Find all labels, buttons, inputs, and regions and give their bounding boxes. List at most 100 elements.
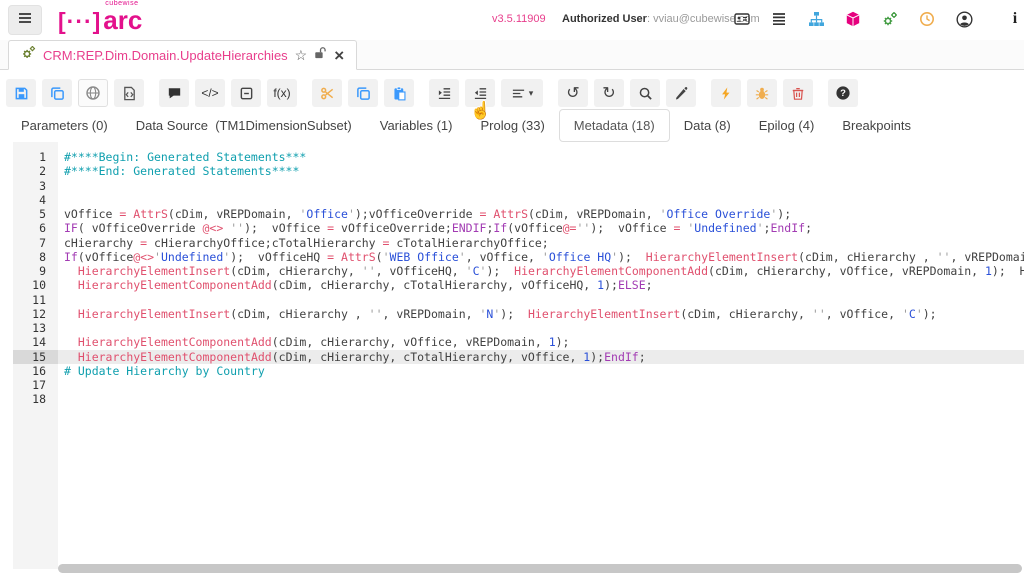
- code-line[interactable]: #****End: Generated Statements****: [64, 164, 1024, 178]
- authorized-user: Authorized User: vviau@cubewise.com: [562, 13, 760, 25]
- tab-parameters[interactable]: Parameters (0): [7, 110, 122, 141]
- address-card-icon[interactable]: [733, 10, 751, 28]
- horizontal-scrollbar-thumb[interactable]: [58, 564, 1022, 573]
- code-button[interactable]: </>: [195, 79, 225, 107]
- delete-button[interactable]: [783, 79, 813, 107]
- help-button[interactable]: ?: [828, 79, 858, 107]
- tab-metadata[interactable]: Metadata (18): [559, 109, 670, 142]
- code-line[interactable]: [64, 179, 1024, 193]
- code-line[interactable]: HierarchyElementInsert(cDim, cHierarchy,…: [64, 264, 1024, 278]
- indent-button[interactable]: [429, 79, 459, 107]
- top-bar: [···] cubewise arc v3.5.11909 Authorized…: [0, 0, 1024, 40]
- line-number[interactable]: 6: [13, 221, 46, 235]
- code-line[interactable]: [64, 321, 1024, 335]
- arc-application: [···] cubewise arc v3.5.11909 Authorized…: [0, 0, 1024, 576]
- redo-button[interactable]: ↻: [594, 79, 624, 107]
- line-number[interactable]: 12: [13, 307, 46, 321]
- tab-variables[interactable]: Variables (1): [366, 110, 467, 141]
- process-gears-icon: [21, 45, 36, 65]
- line-number[interactable]: 1: [13, 150, 46, 164]
- line-number[interactable]: 2: [13, 164, 46, 178]
- line-number[interactable]: 4: [13, 193, 46, 207]
- chevron-down-icon: ▾: [529, 88, 534, 99]
- code-area[interactable]: #****Begin: Generated Statements***#****…: [58, 142, 1024, 576]
- code-line[interactable]: HierarchyElementComponentAdd(cDim, cHier…: [64, 278, 1024, 292]
- copy-button[interactable]: [348, 79, 378, 107]
- tab-data-source[interactable]: Data Source (TM1DimensionSubset): [122, 110, 366, 141]
- document-tab-title: CRM:REP.Dim.Domain.UpdateHierarchies: [43, 48, 288, 63]
- script-editor[interactable]: 123456789101112131415161718 #****Begin: …: [0, 142, 1024, 576]
- function-button[interactable]: f(x): [267, 79, 297, 107]
- line-number[interactable]: 10: [13, 278, 46, 292]
- code-line[interactable]: [64, 378, 1024, 392]
- toolbar: </> f(x) ▾ ↺ ↻: [0, 70, 1024, 108]
- tab-data[interactable]: Data (8): [670, 110, 745, 141]
- line-number[interactable]: 15: [13, 350, 58, 364]
- line-number[interactable]: 9: [13, 264, 46, 278]
- code-line[interactable]: HierarchyElementInsert(cDim, cHierarchy …: [64, 307, 1024, 321]
- line-number[interactable]: 18: [13, 392, 46, 406]
- line-number-gutter[interactable]: 123456789101112131415161718: [13, 142, 58, 569]
- code-line[interactable]: [64, 293, 1024, 307]
- redo-icon: ↻: [602, 85, 615, 101]
- code-line[interactable]: # Update Hierarchy by Country: [64, 364, 1024, 378]
- code-line[interactable]: vOffice = AttrS(cDim, vREPDomain, 'Offic…: [64, 207, 1024, 221]
- unlock-icon[interactable]: [313, 46, 327, 65]
- undo-button[interactable]: ↺: [558, 79, 588, 107]
- code-line[interactable]: HierarchyElementComponentAdd(cDim, cHier…: [64, 335, 1024, 349]
- cubewise-arc-logo[interactable]: [···] cubewise arc: [58, 7, 142, 33]
- clock-icon[interactable]: [918, 10, 936, 28]
- code-line[interactable]: [64, 193, 1024, 207]
- code-line[interactable]: #****Begin: Generated Statements***: [64, 150, 1024, 164]
- run-button[interactable]: [711, 79, 741, 107]
- favorite-star-icon[interactable]: ☆: [295, 47, 308, 64]
- globe-button[interactable]: [78, 79, 108, 107]
- section-tabs: Parameters (0)Data Source (TM1DimensionS…: [0, 108, 1024, 142]
- debug-button[interactable]: [747, 79, 777, 107]
- align-options-button[interactable]: ▾: [501, 79, 543, 107]
- sitemap-icon[interactable]: [807, 10, 825, 28]
- authorized-user-label: Authorized User: [562, 13, 647, 25]
- line-number[interactable]: 17: [13, 378, 46, 392]
- line-number[interactable]: 14: [13, 335, 46, 349]
- line-number[interactable]: 8: [13, 250, 46, 264]
- document-tab-process[interactable]: CRM:REP.Dim.Domain.UpdateHierarchies ☆ ×: [8, 40, 357, 70]
- line-number[interactable]: 13: [13, 321, 46, 335]
- paste-button[interactable]: [384, 79, 414, 107]
- close-tab-icon[interactable]: ×: [334, 47, 344, 64]
- copy-object-button[interactable]: [42, 79, 72, 107]
- menu-button[interactable]: [8, 5, 42, 35]
- horizontal-scrollbar[interactable]: [58, 564, 1022, 573]
- line-number[interactable]: 3: [13, 179, 46, 193]
- line-number[interactable]: 16: [13, 364, 46, 378]
- tab-prolog[interactable]: Prolog (33): [466, 110, 558, 141]
- breakpoint-gutter[interactable]: [0, 142, 13, 576]
- file-code-button[interactable]: [114, 79, 144, 107]
- list-icon[interactable]: [770, 10, 788, 28]
- cut-button[interactable]: [312, 79, 342, 107]
- version-label: v3.5.11909: [492, 13, 546, 25]
- search-button[interactable]: [630, 79, 660, 107]
- line-number[interactable]: 5: [13, 207, 46, 221]
- tab-breakpoints[interactable]: Breakpoints: [828, 110, 925, 141]
- code-line[interactable]: HierarchyElementComponentAdd(cDim, cHier…: [58, 350, 1024, 364]
- code-line[interactable]: cHierarchy = cHierarchyOffice;cTotalHier…: [64, 236, 1024, 250]
- line-number[interactable]: 11: [13, 293, 46, 307]
- code-glyph: </>: [201, 86, 218, 100]
- cube-icon[interactable]: [844, 10, 862, 28]
- collapse-button[interactable]: [231, 79, 261, 107]
- save-button[interactable]: [6, 79, 36, 107]
- tab-epilog[interactable]: Epilog (4): [745, 110, 829, 141]
- hamburger-icon: [17, 10, 33, 31]
- logo-arc-text: arc: [103, 5, 142, 35]
- code-line[interactable]: If(vOffice@<>'Undefined'); vOfficeHQ = A…: [64, 250, 1024, 264]
- code-line[interactable]: [64, 392, 1024, 406]
- code-line[interactable]: IF( vOfficeOverride @<> ''); vOffice = v…: [64, 221, 1024, 235]
- user-icon[interactable]: [955, 10, 973, 28]
- line-number[interactable]: 7: [13, 236, 46, 250]
- outdent-button[interactable]: [465, 79, 495, 107]
- info-icon[interactable]: i: [1006, 10, 1024, 28]
- cogs-icon[interactable]: [881, 10, 899, 28]
- edit-button[interactable]: [666, 79, 696, 107]
- comment-button[interactable]: [159, 79, 189, 107]
